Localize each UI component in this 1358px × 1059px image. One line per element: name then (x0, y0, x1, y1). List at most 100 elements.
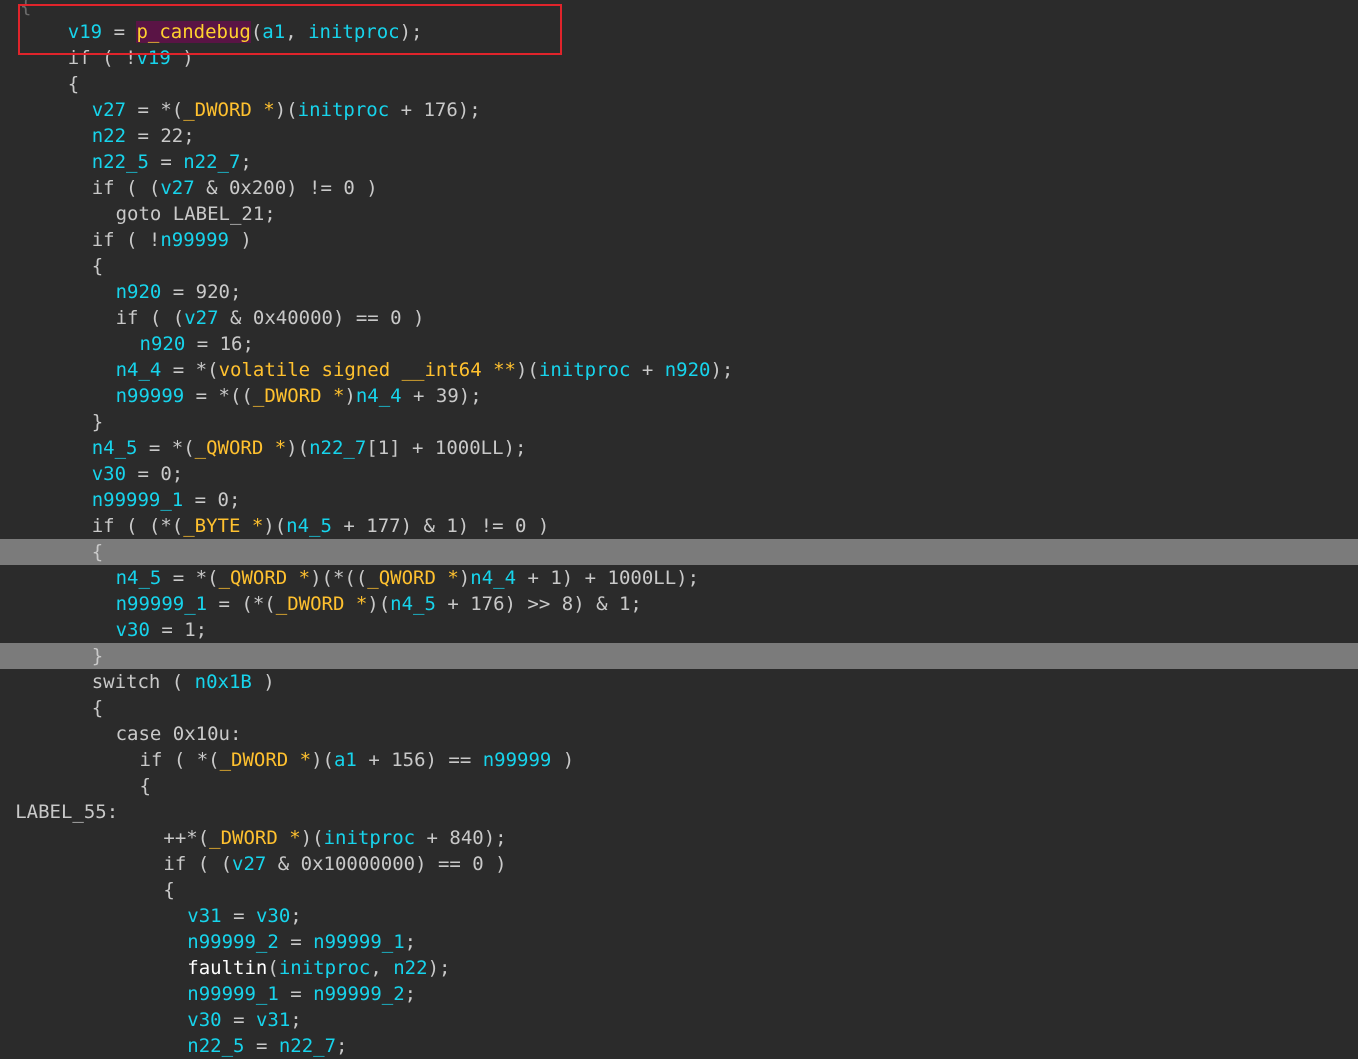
code-line-content: { (140, 773, 151, 799)
code-line[interactable]: case 0x10u: (0, 721, 1358, 747)
code-line[interactable]: } (0, 409, 1358, 435)
code-line[interactable]: { (0, 877, 1358, 903)
code-token: = 0; (126, 463, 184, 485)
code-token: = *( (161, 359, 219, 381)
code-token: _DWORD * (183, 99, 275, 121)
code-line[interactable]: if ( !v19 ) (0, 45, 1358, 71)
code-line[interactable]: n22_5 = n22_7; (0, 1033, 1358, 1059)
code-line[interactable]: faultin(initproc, n22); (0, 955, 1358, 981)
code-line[interactable]: { (0, 71, 1358, 97)
code-token: n0x1B (194, 671, 252, 693)
code-token: { (91, 541, 104, 563)
code-line-content: { (92, 539, 103, 565)
code-line[interactable]: n920 = 16; (0, 331, 1358, 357)
code-line[interactable]: n99999_1 = n99999_2; (0, 981, 1358, 1007)
code-token: n99999_1 (187, 983, 279, 1005)
code-line[interactable]: goto LABEL_21; (0, 201, 1358, 227)
code-line[interactable]: n22 = 22; (0, 123, 1358, 149)
code-token: ; (240, 151, 252, 173)
code-line-content: v19 = p_candebug(a1, initproc); (67, 19, 422, 45)
code-line[interactable]: if ( !n99999 ) (0, 227, 1358, 253)
code-token: n4_5 (115, 567, 162, 589)
code-token: _BYTE * (183, 515, 264, 537)
code-line[interactable]: v30 = 1; (0, 617, 1358, 643)
code-token: )(*(( (310, 567, 368, 589)
code-line[interactable]: if ( (v27 & 0x40000) == 0 ) (0, 305, 1358, 331)
code-line[interactable]: { (0, 773, 1358, 799)
code-line[interactable]: { (0, 253, 1358, 279)
code-line-content: ++*(_DWORD *)(initproc + 840); (163, 825, 506, 851)
code-line[interactable]: LABEL_55: (0, 799, 1358, 825)
code-token: if ( (*( (91, 515, 184, 537)
code-line[interactable]: n4_5 = *(_QWORD *)(*((_QWORD *)n4_4 + 1)… (0, 565, 1358, 591)
code-token: & 0x10000000) == 0 ) (266, 853, 507, 875)
code-line-content: if ( (v27 & 0x40000) == 0 ) (116, 305, 425, 331)
code-token: = (278, 931, 314, 953)
code-line[interactable]: n99999_1 = (*(_DWORD *)(n4_5 + 176) >> 8… (0, 591, 1358, 617)
code-token: n99999_1 (313, 931, 405, 953)
code-line-content: { (68, 71, 79, 97)
code-line[interactable]: n4_5 = *(_QWORD *)(n22_7[1] + 1000LL); (0, 435, 1358, 461)
code-line[interactable]: v19 = p_candebug(a1, initproc); (0, 19, 1358, 45)
code-line[interactable]: v30 = v31; (0, 1007, 1358, 1033)
code-line[interactable]: { (0, 539, 1358, 565)
code-token: n22_7 (309, 437, 367, 459)
code-token: a1 (262, 21, 286, 43)
code-line[interactable]: { (0, 695, 1358, 721)
code-token: n4_5 (286, 515, 332, 537)
code-line[interactable]: n99999_2 = n99999_1; (0, 929, 1358, 955)
code-line[interactable]: } (0, 643, 1358, 669)
code-token: + (630, 359, 665, 381)
code-token: v27 (91, 99, 127, 121)
code-token: n920 (139, 333, 186, 355)
code-line[interactable]: { (0, 0, 1358, 19)
code-line[interactable]: if ( (v27 & 0x200) != 0 ) (0, 175, 1358, 201)
code-line-content: n99999_1 = 0; (92, 487, 241, 513)
code-token: _QWORD * (367, 567, 459, 589)
code-line-content: if ( (v27 & 0x200) != 0 ) (92, 175, 378, 201)
code-token: n22_5 (187, 1035, 245, 1057)
code-line-content: n22_5 = n22_7; (92, 149, 252, 175)
code-token: _QWORD * (218, 567, 311, 589)
code-editor[interactable]: {v19 = p_candebug(a1, initproc); if ( !v1… (0, 0, 1358, 1057)
code-line[interactable]: n99999 = *((_DWORD *)n4_4 + 39); (0, 383, 1358, 409)
code-token: v30 (187, 1009, 222, 1031)
code-token: )( (311, 749, 334, 771)
code-token: n920 (664, 359, 711, 381)
code-line[interactable]: switch ( n0x1B ) (0, 669, 1358, 695)
code-token: ); (427, 957, 451, 979)
code-token: { (139, 775, 151, 797)
code-line[interactable]: if ( (*(_BYTE *)(n4_5 + 177) & 1) != 0 ) (0, 513, 1358, 539)
code-line-content: n4_4 = *(volatile signed __int64 **)(ini… (116, 357, 734, 383)
code-line[interactable]: n99999_1 = 0; (0, 487, 1358, 513)
code-token: v19 (67, 21, 103, 43)
code-line[interactable]: v31 = v30; (0, 903, 1358, 929)
code-line[interactable]: n22_5 = n22_7; (0, 149, 1358, 175)
code-token: n4_5 (91, 437, 138, 459)
code-line[interactable]: if ( (v27 & 0x10000000) == 0 ) (0, 851, 1358, 877)
code-token: n99999_2 (187, 931, 279, 953)
code-line[interactable]: n920 = 920; (0, 279, 1358, 305)
code-token: if ( ( (91, 177, 161, 199)
code-token: switch ( (91, 671, 195, 693)
code-line[interactable]: if ( *(_DWORD *)(a1 + 156) == n99999 ) (0, 747, 1358, 773)
code-token: + 39); (401, 385, 482, 407)
code-token: n99999 (115, 385, 185, 407)
code-line[interactable]: v27 = *(_DWORD *)(initproc + 176); (0, 97, 1358, 123)
code-token: = (148, 151, 184, 173)
code-line-content: n99999_1 = (*(_DWORD *)(n4_5 + 176) >> 8… (116, 591, 642, 617)
code-token: n99999_2 (313, 983, 405, 1005)
code-token: n22 (91, 125, 127, 147)
code-token: ; (404, 931, 417, 953)
code-line-content: goto LABEL_21; (116, 201, 276, 227)
code-token: n22_5 (91, 151, 149, 173)
code-token: if ( ! (67, 47, 137, 69)
code-token: [1] + 1000LL); (366, 437, 527, 459)
code-line-content: n22_5 = n22_7; (187, 1033, 347, 1059)
code-line[interactable]: v30 = 0; (0, 461, 1358, 487)
code-line[interactable]: ++*(_DWORD *)(initproc + 840); (0, 825, 1358, 851)
code-token: _DWORD * (209, 827, 301, 849)
code-token: a1 (333, 749, 357, 771)
code-token: = 1; (149, 619, 208, 641)
code-line[interactable]: n4_4 = *(volatile signed __int64 **)(ini… (0, 357, 1358, 383)
